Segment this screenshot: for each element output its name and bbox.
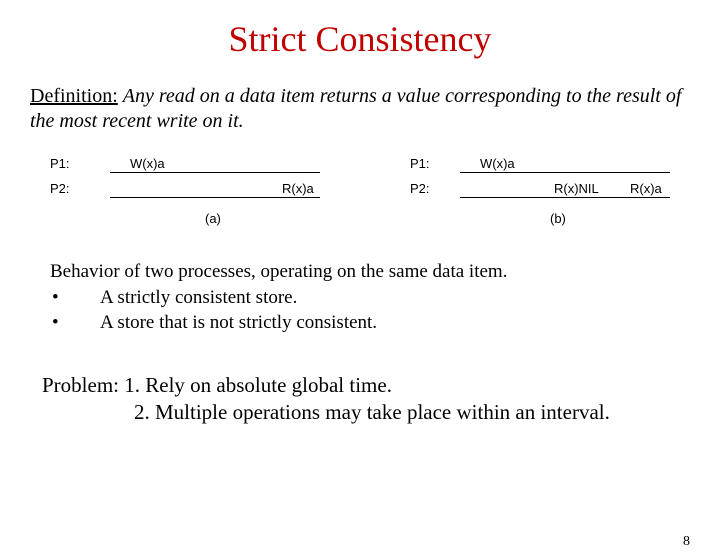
right-p1-timeline — [460, 172, 670, 173]
right-write-op: W(x)a — [480, 156, 515, 171]
right-p2-timeline — [460, 197, 670, 198]
right-p2-label: P2: — [410, 181, 430, 196]
right-read-nil: R(x)NIL — [554, 181, 599, 196]
problem-label: Problem: — [42, 373, 119, 397]
left-p2-timeline — [110, 197, 320, 198]
right-caption: (b) — [550, 211, 566, 226]
behavior-intro: Behavior of two processes, operating on … — [50, 259, 670, 285]
problem-item-1: 1. Rely on absolute global time. — [124, 373, 392, 397]
behavior-block: Behavior of two processes, operating on … — [50, 259, 670, 336]
page-number: 8 — [683, 534, 690, 550]
diagram: P1: P2: W(x)a R(x)a (a) P1: P2: W(x)a R(… — [0, 156, 720, 241]
definition-block: Definition: Any read on a data item retu… — [30, 84, 690, 134]
slide-title: Strict Consistency — [0, 18, 720, 60]
bullet-text: A store that is not strictly consistent. — [100, 310, 377, 336]
behavior-bullet-1: • A strictly consistent store. — [50, 285, 670, 311]
right-read-a: R(x)a — [630, 181, 662, 196]
left-p1-timeline — [110, 172, 320, 173]
left-write-op: W(x)a — [130, 156, 165, 171]
left-caption: (a) — [205, 211, 221, 226]
left-read-op: R(x)a — [282, 181, 314, 196]
problem-item-2: 2. Multiple operations may take place wi… — [42, 399, 610, 426]
bullet-icon: • — [50, 285, 100, 311]
behavior-bullet-2: • A store that is not strictly consisten… — [50, 310, 670, 336]
definition-text: Any read on a data item returns a value … — [30, 85, 681, 132]
bullet-text: A strictly consistent store. — [100, 285, 297, 311]
right-p1-label: P1: — [410, 156, 430, 171]
left-p2-label: P2: — [50, 181, 70, 196]
left-p1-label: P1: — [50, 156, 70, 171]
definition-label: Definition: — [30, 85, 118, 107]
bullet-icon: • — [50, 310, 100, 336]
problem-block: Problem: 1. Rely on absolute global time… — [42, 372, 690, 427]
